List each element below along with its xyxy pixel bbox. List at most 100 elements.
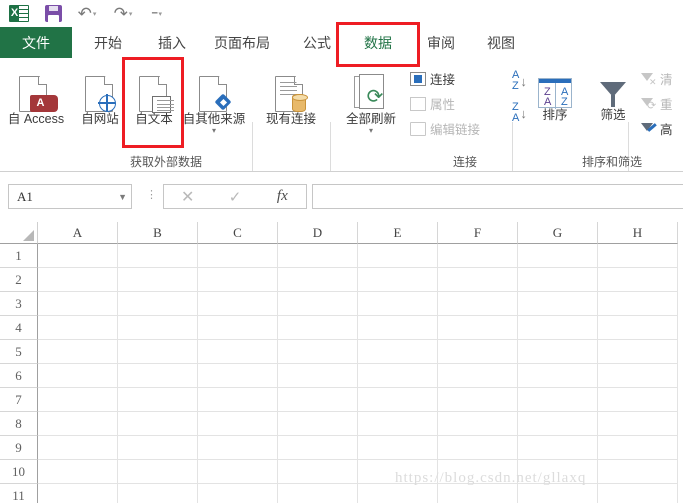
cell-B2[interactable] (118, 268, 198, 292)
cell-H11[interactable] (598, 484, 678, 503)
cell-H10[interactable] (598, 460, 678, 484)
cell-G3[interactable] (518, 292, 598, 316)
cell-A9[interactable] (38, 436, 118, 460)
row-header-6[interactable]: 6 (0, 364, 38, 388)
cell-G8[interactable] (518, 412, 598, 436)
cell-G9[interactable] (518, 436, 598, 460)
cell-F5[interactable] (438, 340, 518, 364)
cell-E7[interactable] (358, 388, 438, 412)
formula-bar-resize-handle[interactable]: ⋮ (146, 190, 157, 204)
customize-qat-icon[interactable]: ━ ▾ (144, 3, 170, 25)
cell-B8[interactable] (118, 412, 198, 436)
cell-E6[interactable] (358, 364, 438, 388)
cell-F6[interactable] (438, 364, 518, 388)
tab-file[interactable]: 文件 (0, 27, 72, 58)
cell-D9[interactable] (278, 436, 358, 460)
cell-E4[interactable] (358, 316, 438, 340)
row-header-4[interactable]: 4 (0, 316, 38, 340)
undo-icon[interactable]: ↶ ▾ (74, 3, 100, 25)
cell-H2[interactable] (598, 268, 678, 292)
cell-H1[interactable] (598, 244, 678, 268)
cell-D7[interactable] (278, 388, 358, 412)
cell-G6[interactable] (518, 364, 598, 388)
cell-E9[interactable] (358, 436, 438, 460)
row-header-2[interactable]: 2 (0, 268, 38, 292)
cell-A10[interactable] (38, 460, 118, 484)
column-header-C[interactable]: C (198, 222, 278, 244)
cell-E3[interactable] (358, 292, 438, 316)
row-header-7[interactable]: 7 (0, 388, 38, 412)
cell-F7[interactable] (438, 388, 518, 412)
tab-formulas[interactable]: 公式 (291, 27, 343, 58)
confirm-entry-button[interactable]: ✓ (211, 188, 258, 206)
cell-F2[interactable] (438, 268, 518, 292)
cell-D1[interactable] (278, 244, 358, 268)
tab-insert[interactable]: 插入 (146, 27, 198, 58)
chevron-down-icon[interactable]: ▾ (336, 127, 406, 135)
cell-C10[interactable] (198, 460, 278, 484)
cell-B6[interactable] (118, 364, 198, 388)
cell-F3[interactable] (438, 292, 518, 316)
cell-A2[interactable] (38, 268, 118, 292)
cell-A5[interactable] (38, 340, 118, 364)
row-header-3[interactable]: 3 (0, 292, 38, 316)
cell-F1[interactable] (438, 244, 518, 268)
cell-C4[interactable] (198, 316, 278, 340)
cell-D6[interactable] (278, 364, 358, 388)
tab-view[interactable]: 视图 (475, 27, 527, 58)
cell-F9[interactable] (438, 436, 518, 460)
cell-C8[interactable] (198, 412, 278, 436)
from-text-button[interactable]: 自文本 (126, 66, 182, 126)
cell-H4[interactable] (598, 316, 678, 340)
row-header-10[interactable]: 10 (0, 460, 38, 484)
cell-G4[interactable] (518, 316, 598, 340)
cell-A6[interactable] (38, 364, 118, 388)
cell-A3[interactable] (38, 292, 118, 316)
sort-ascending-button[interactable]: A Z ↓ (512, 70, 527, 92)
cell-C1[interactable] (198, 244, 278, 268)
cell-G7[interactable] (518, 388, 598, 412)
chevron-down-icon[interactable]: ▾ (176, 127, 252, 135)
sort-descending-button[interactable]: Z A ↓ (512, 102, 527, 124)
cell-A7[interactable] (38, 388, 118, 412)
cell-A11[interactable] (38, 484, 118, 503)
column-header-G[interactable]: G (518, 222, 598, 244)
redo-icon[interactable]: ↷ ▾ (110, 3, 136, 25)
chevron-down-icon[interactable]: ▼ (118, 192, 127, 202)
cell-B5[interactable] (118, 340, 198, 364)
cell-C3[interactable] (198, 292, 278, 316)
cell-G5[interactable] (518, 340, 598, 364)
select-all-corner[interactable] (0, 222, 38, 244)
refresh-all-button[interactable]: ⟳ 全部刷新 ▾ (336, 66, 406, 135)
from-web-button[interactable]: 自网站 (72, 66, 128, 126)
cell-D11[interactable] (278, 484, 358, 503)
column-header-H[interactable]: H (598, 222, 678, 244)
cell-H3[interactable] (598, 292, 678, 316)
cell-H9[interactable] (598, 436, 678, 460)
cell-D5[interactable] (278, 340, 358, 364)
cell-H6[interactable] (598, 364, 678, 388)
cell-B7[interactable] (118, 388, 198, 412)
row-header-8[interactable]: 8 (0, 412, 38, 436)
column-header-B[interactable]: B (118, 222, 198, 244)
row-header-1[interactable]: 1 (0, 244, 38, 268)
tab-review[interactable]: 审阅 (415, 27, 467, 58)
name-box[interactable]: A1 ▼ (8, 184, 132, 209)
cell-H5[interactable] (598, 340, 678, 364)
cell-B9[interactable] (118, 436, 198, 460)
column-header-E[interactable]: E (358, 222, 438, 244)
advanced-filter-button[interactable]: 高 (641, 118, 673, 139)
cell-A4[interactable] (38, 316, 118, 340)
sort-button[interactable]: Z A A Z 排序 (528, 68, 582, 122)
row-header-11[interactable]: 11 (0, 484, 38, 503)
cell-E1[interactable] (358, 244, 438, 268)
cell-C6[interactable] (198, 364, 278, 388)
cell-E5[interactable] (358, 340, 438, 364)
cell-C5[interactable] (198, 340, 278, 364)
cancel-entry-button[interactable]: ✕ (164, 187, 211, 207)
from-other-sources-button[interactable]: 自其他来源 ▾ (176, 66, 252, 135)
cell-D4[interactable] (278, 316, 358, 340)
cell-B11[interactable] (118, 484, 198, 503)
cell-B3[interactable] (118, 292, 198, 316)
formula-input[interactable] (312, 184, 683, 209)
